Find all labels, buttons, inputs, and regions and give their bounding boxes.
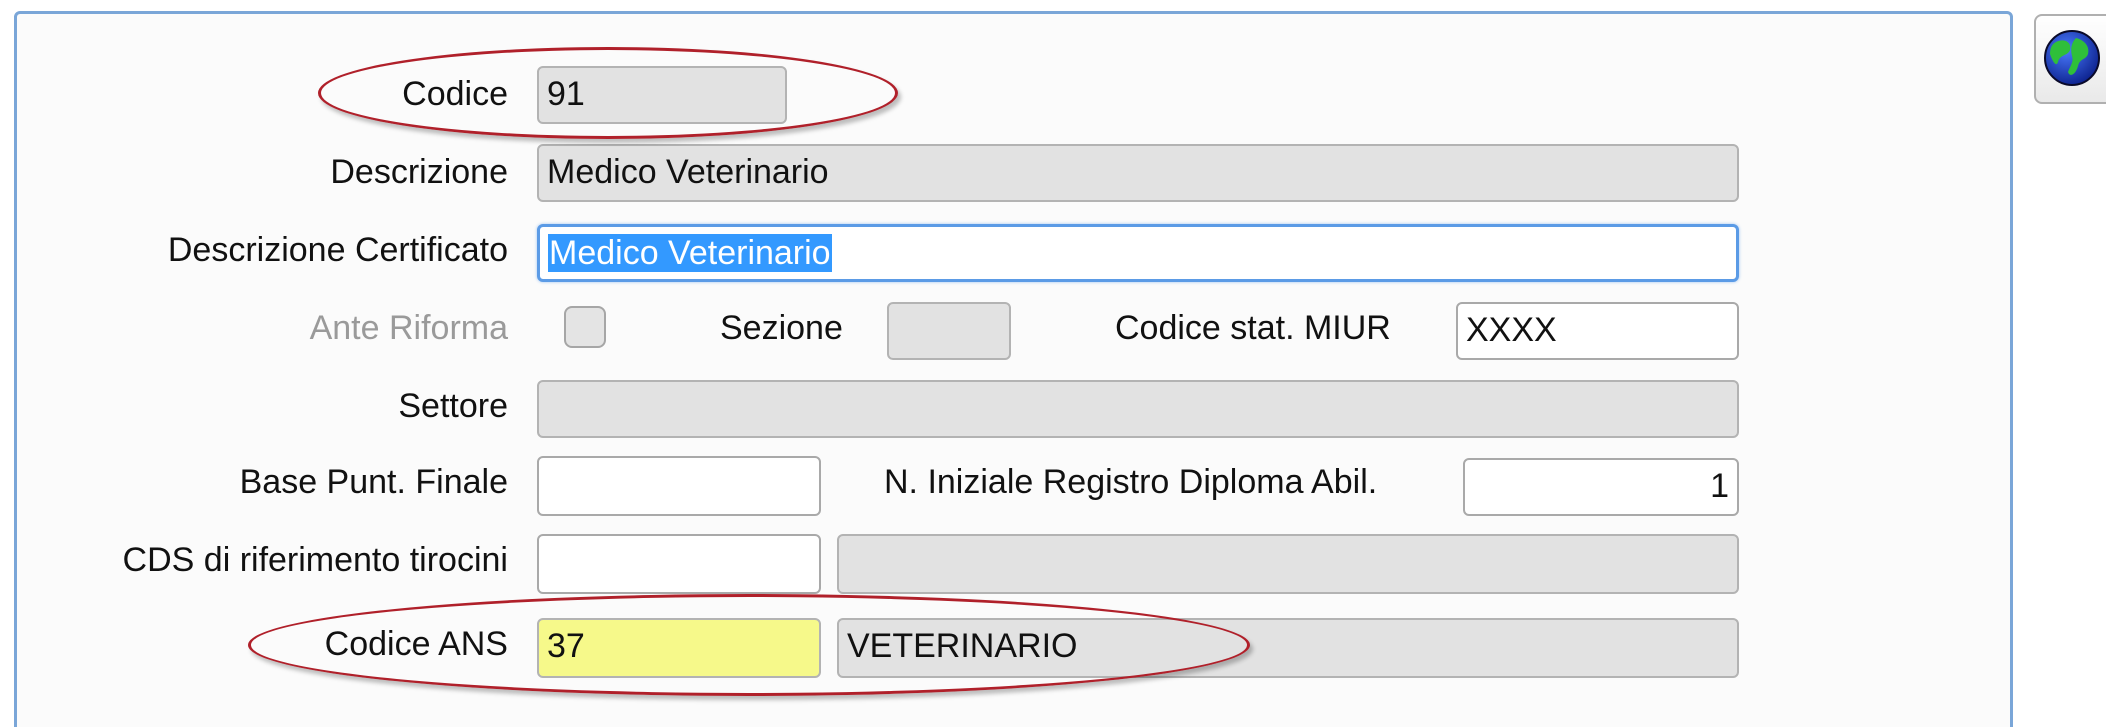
form-window: Codice 91 Descrizione Medico Veterinario… bbox=[0, 0, 2106, 727]
codice-stat-miur-field[interactable]: XXXX bbox=[1456, 302, 1739, 360]
ante-riforma-checkbox[interactable] bbox=[564, 306, 606, 348]
base-punt-finale-label: Base Punt. Finale bbox=[239, 463, 508, 501]
cds-riferimento-description-field[interactable] bbox=[837, 534, 1739, 594]
ante-riforma-label: Ante Riforma bbox=[309, 309, 508, 347]
descrizione-certificato-label: Descrizione Certificato bbox=[167, 231, 508, 269]
n-iniziale-registro-field[interactable]: 1 bbox=[1463, 458, 1739, 516]
descrizione-field[interactable]: Medico Veterinario bbox=[537, 144, 1739, 202]
globe-button[interactable] bbox=[2034, 14, 2106, 104]
sezione-field[interactable] bbox=[887, 302, 1011, 360]
descrizione-label: Descrizione bbox=[330, 153, 508, 191]
codice-ans-code-field[interactable]: 37 bbox=[537, 618, 821, 678]
settore-label: Settore bbox=[398, 387, 508, 425]
selected-text: Medico Veterinario bbox=[548, 234, 832, 272]
codice-ans-label: Codice ANS bbox=[324, 625, 508, 663]
cds-riferimento-code-field[interactable] bbox=[537, 534, 821, 594]
base-punt-finale-field[interactable] bbox=[537, 456, 821, 516]
codice-stat-miur-label: Codice stat. MIUR bbox=[1115, 309, 1391, 347]
codice-field[interactable]: 91 bbox=[537, 66, 787, 124]
settore-field[interactable] bbox=[537, 380, 1739, 438]
cds-riferimento-label: CDS di riferimento tirocini bbox=[122, 541, 508, 579]
codice-label: Codice bbox=[402, 75, 508, 113]
n-iniziale-registro-label: N. Iniziale Registro Diploma Abil. bbox=[884, 463, 1378, 501]
codice-ans-description-field[interactable]: VETERINARIO bbox=[837, 618, 1739, 678]
sezione-label: Sezione bbox=[720, 309, 843, 347]
globe-icon bbox=[2044, 30, 2100, 86]
descrizione-certificato-field[interactable]: Medico Veterinario bbox=[537, 224, 1739, 282]
